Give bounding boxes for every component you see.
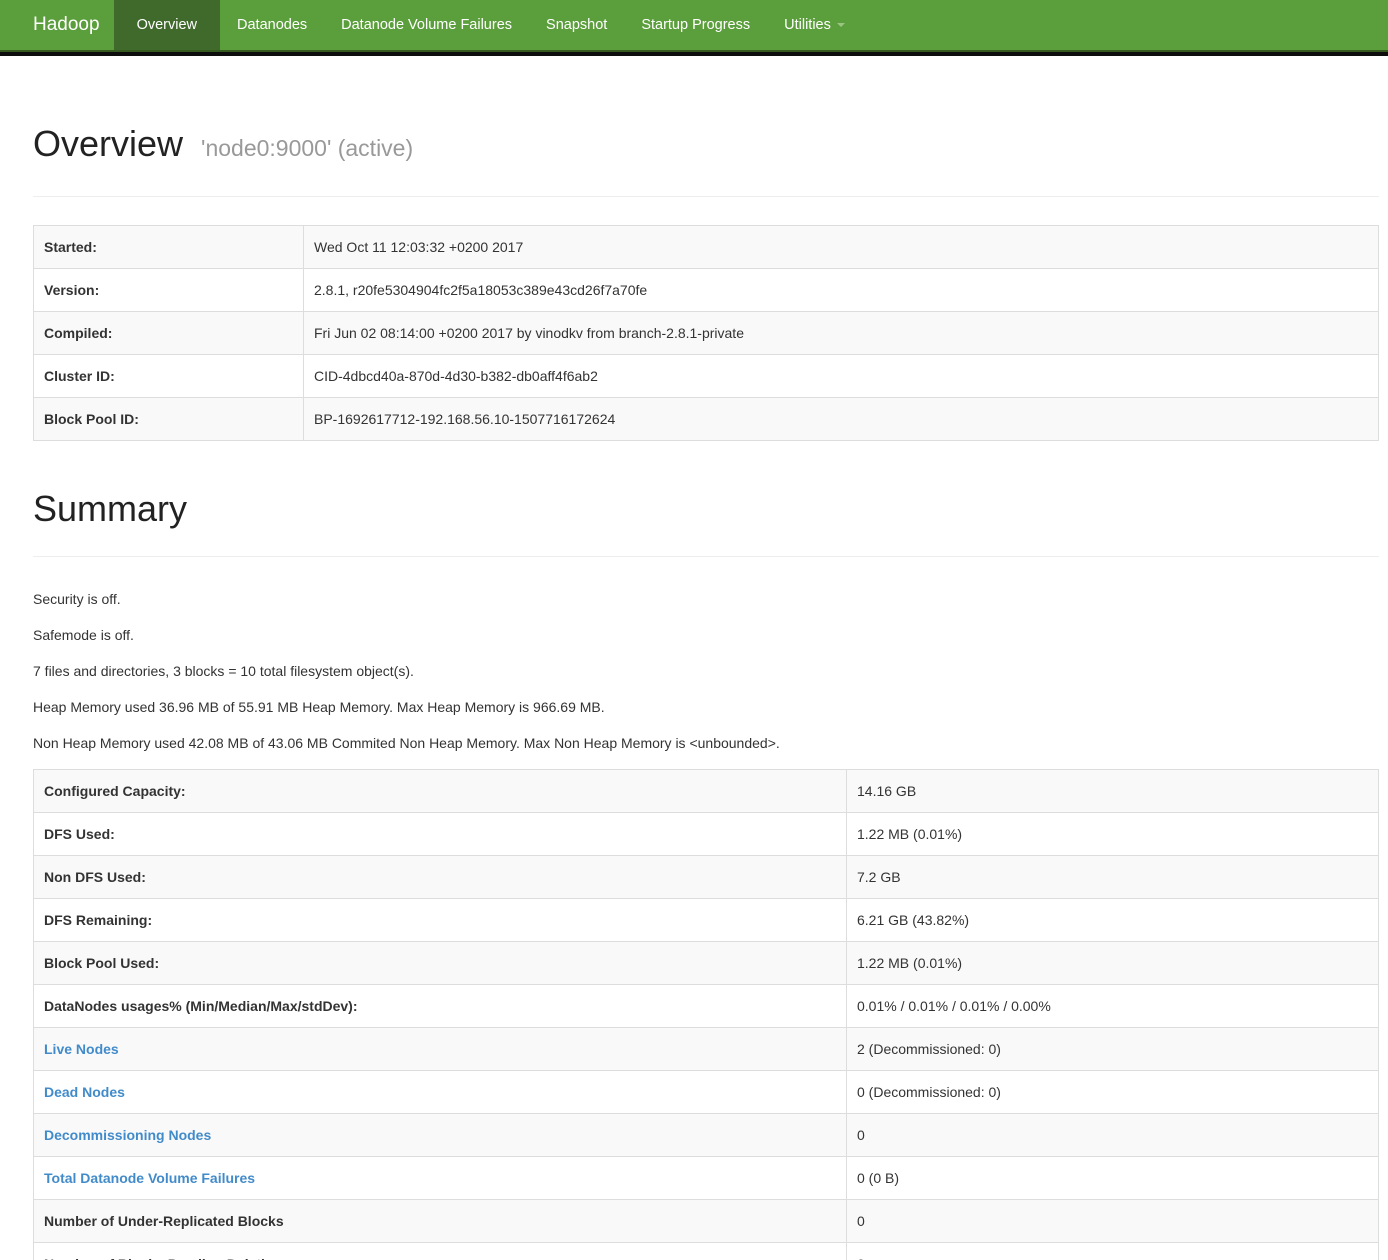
row-label: Block Pool Used: xyxy=(34,942,847,985)
nav-datanode-volume-failures[interactable]: Datanode Volume Failures xyxy=(324,0,529,50)
row-label: Number of Under-Replicated Blocks xyxy=(34,1200,847,1243)
table-row-started: Started: Wed Oct 11 12:03:32 +0200 2017 xyxy=(34,226,1379,269)
chevron-down-icon xyxy=(837,23,845,27)
nav-utilities-label: Utilities xyxy=(784,17,831,33)
navbar-menu: Overview Datanodes Datanode Volume Failu… xyxy=(114,0,862,50)
row-value: BP-1692617712-192.168.56.10-150771617262… xyxy=(304,398,1379,441)
row-label: DFS Remaining: xyxy=(34,899,847,942)
nav-startup-progress[interactable]: Startup Progress xyxy=(624,0,767,50)
overview-page-header: Overview 'node0:9000' (active) xyxy=(33,124,1379,197)
top-navbar: Hadoop Overview Datanodes Datanode Volum… xyxy=(0,0,1388,52)
row-value: 14.16 GB xyxy=(847,770,1379,813)
row-value: 1.22 MB (0.01%) xyxy=(847,942,1379,985)
row-value: 2 (Decommissioned: 0) xyxy=(847,1028,1379,1071)
row-label: Decommissioning Nodes xyxy=(34,1114,847,1157)
table-row-block-pool-used: Block Pool Used: 1.22 MB (0.01%) xyxy=(34,942,1379,985)
namenode-address-label: 'node0:9000' (active) xyxy=(201,135,413,161)
table-row-under-replicated-blocks: Number of Under-Replicated Blocks 0 xyxy=(34,1200,1379,1243)
table-row-dfs-remaining: DFS Remaining: 6.21 GB (43.82%) xyxy=(34,899,1379,942)
hadoop-brand[interactable]: Hadoop xyxy=(0,0,114,50)
filesystem-objects-text: 7 files and directories, 3 blocks = 10 t… xyxy=(33,661,1379,681)
non-heap-memory-text: Non Heap Memory used 42.08 MB of 43.06 M… xyxy=(33,733,1379,753)
row-label: Started: xyxy=(34,226,304,269)
summary-paragraphs: Security is off. Safemode is off. 7 file… xyxy=(33,589,1379,753)
row-value: Fri Jun 02 08:14:00 +0200 2017 by vinodk… xyxy=(304,312,1379,355)
navbar-bottom-divider xyxy=(0,52,1388,56)
table-row-datanode-usages: DataNodes usages% (Min/Median/Max/stdDev… xyxy=(34,985,1379,1028)
nav-snapshot[interactable]: Snapshot xyxy=(529,0,624,50)
row-label: Cluster ID: xyxy=(34,355,304,398)
row-label: Configured Capacity: xyxy=(34,770,847,813)
row-label: Live Nodes xyxy=(34,1028,847,1071)
row-value: 0 xyxy=(847,1114,1379,1157)
row-value: 7.2 GB xyxy=(847,856,1379,899)
decommissioning-nodes-link[interactable]: Decommissioning Nodes xyxy=(44,1127,211,1143)
row-label: Version: xyxy=(34,269,304,312)
row-label: Block Pool ID: xyxy=(34,398,304,441)
dead-nodes-link[interactable]: Dead Nodes xyxy=(44,1084,125,1100)
table-row-version: Version: 2.8.1, r20fe5304904fc2f5a18053c… xyxy=(34,269,1379,312)
table-row-configured-capacity: Configured Capacity: 14.16 GB xyxy=(34,770,1379,813)
page-title-text: Overview xyxy=(33,123,183,164)
row-label: DataNodes usages% (Min/Median/Max/stdDev… xyxy=(34,985,847,1028)
summary-title: Summary xyxy=(33,489,1379,529)
total-datanode-volume-failures-link[interactable]: Total Datanode Volume Failures xyxy=(44,1170,255,1186)
summary-page-header: Summary xyxy=(33,489,1379,557)
table-row-block-pool-id: Block Pool ID: BP-1692617712-192.168.56.… xyxy=(34,398,1379,441)
table-row-decommissioning-nodes: Decommissioning Nodes 0 xyxy=(34,1114,1379,1157)
row-value: Wed Oct 11 12:03:32 +0200 2017 xyxy=(304,226,1379,269)
row-label: Dead Nodes xyxy=(34,1071,847,1114)
nav-datanodes[interactable]: Datanodes xyxy=(220,0,324,50)
row-value: 0 xyxy=(847,1200,1379,1243)
row-value: CID-4dbcd40a-870d-4d30-b382-db0aff4f6ab2 xyxy=(304,355,1379,398)
summary-info-table: Configured Capacity: 14.16 GB DFS Used: … xyxy=(33,769,1379,1260)
row-label: Total Datanode Volume Failures xyxy=(34,1157,847,1200)
row-label: Number of Blocks Pending Deletion xyxy=(34,1243,847,1260)
row-label: Non DFS Used: xyxy=(34,856,847,899)
row-value: 0 (Decommissioned: 0) xyxy=(847,1071,1379,1114)
nav-overview[interactable]: Overview xyxy=(114,0,220,50)
security-status-text: Security is off. xyxy=(33,589,1379,609)
heap-memory-text: Heap Memory used 36.96 MB of 55.91 MB He… xyxy=(33,697,1379,717)
table-row-blocks-pending-deletion: Number of Blocks Pending Deletion 0 xyxy=(34,1243,1379,1260)
row-value: 0 xyxy=(847,1243,1379,1260)
row-value: 1.22 MB (0.01%) xyxy=(847,813,1379,856)
table-row-non-dfs-used: Non DFS Used: 7.2 GB xyxy=(34,856,1379,899)
table-row-dead-nodes: Dead Nodes 0 (Decommissioned: 0) xyxy=(34,1071,1379,1114)
page-title: Overview 'node0:9000' (active) xyxy=(33,124,1379,168)
table-row-cluster-id: Cluster ID: CID-4dbcd40a-870d-4d30-b382-… xyxy=(34,355,1379,398)
table-row-total-datanode-volume-failures: Total Datanode Volume Failures 0 (0 B) xyxy=(34,1157,1379,1200)
overview-info-table: Started: Wed Oct 11 12:03:32 +0200 2017 … xyxy=(33,225,1379,441)
nav-utilities-dropdown[interactable]: Utilities xyxy=(767,0,862,50)
row-value: 0 (0 B) xyxy=(847,1157,1379,1200)
safemode-status-text: Safemode is off. xyxy=(33,625,1379,645)
row-value: 0.01% / 0.01% / 0.01% / 0.00% xyxy=(847,985,1379,1028)
row-value: 2.8.1, r20fe5304904fc2f5a18053c389e43cd2… xyxy=(304,269,1379,312)
row-label: Compiled: xyxy=(34,312,304,355)
table-row-dfs-used: DFS Used: 1.22 MB (0.01%) xyxy=(34,813,1379,856)
table-row-live-nodes: Live Nodes 2 (Decommissioned: 0) xyxy=(34,1028,1379,1071)
row-label: DFS Used: xyxy=(34,813,847,856)
row-value: 6.21 GB (43.82%) xyxy=(847,899,1379,942)
table-row-compiled: Compiled: Fri Jun 02 08:14:00 +0200 2017… xyxy=(34,312,1379,355)
live-nodes-link[interactable]: Live Nodes xyxy=(44,1041,119,1057)
